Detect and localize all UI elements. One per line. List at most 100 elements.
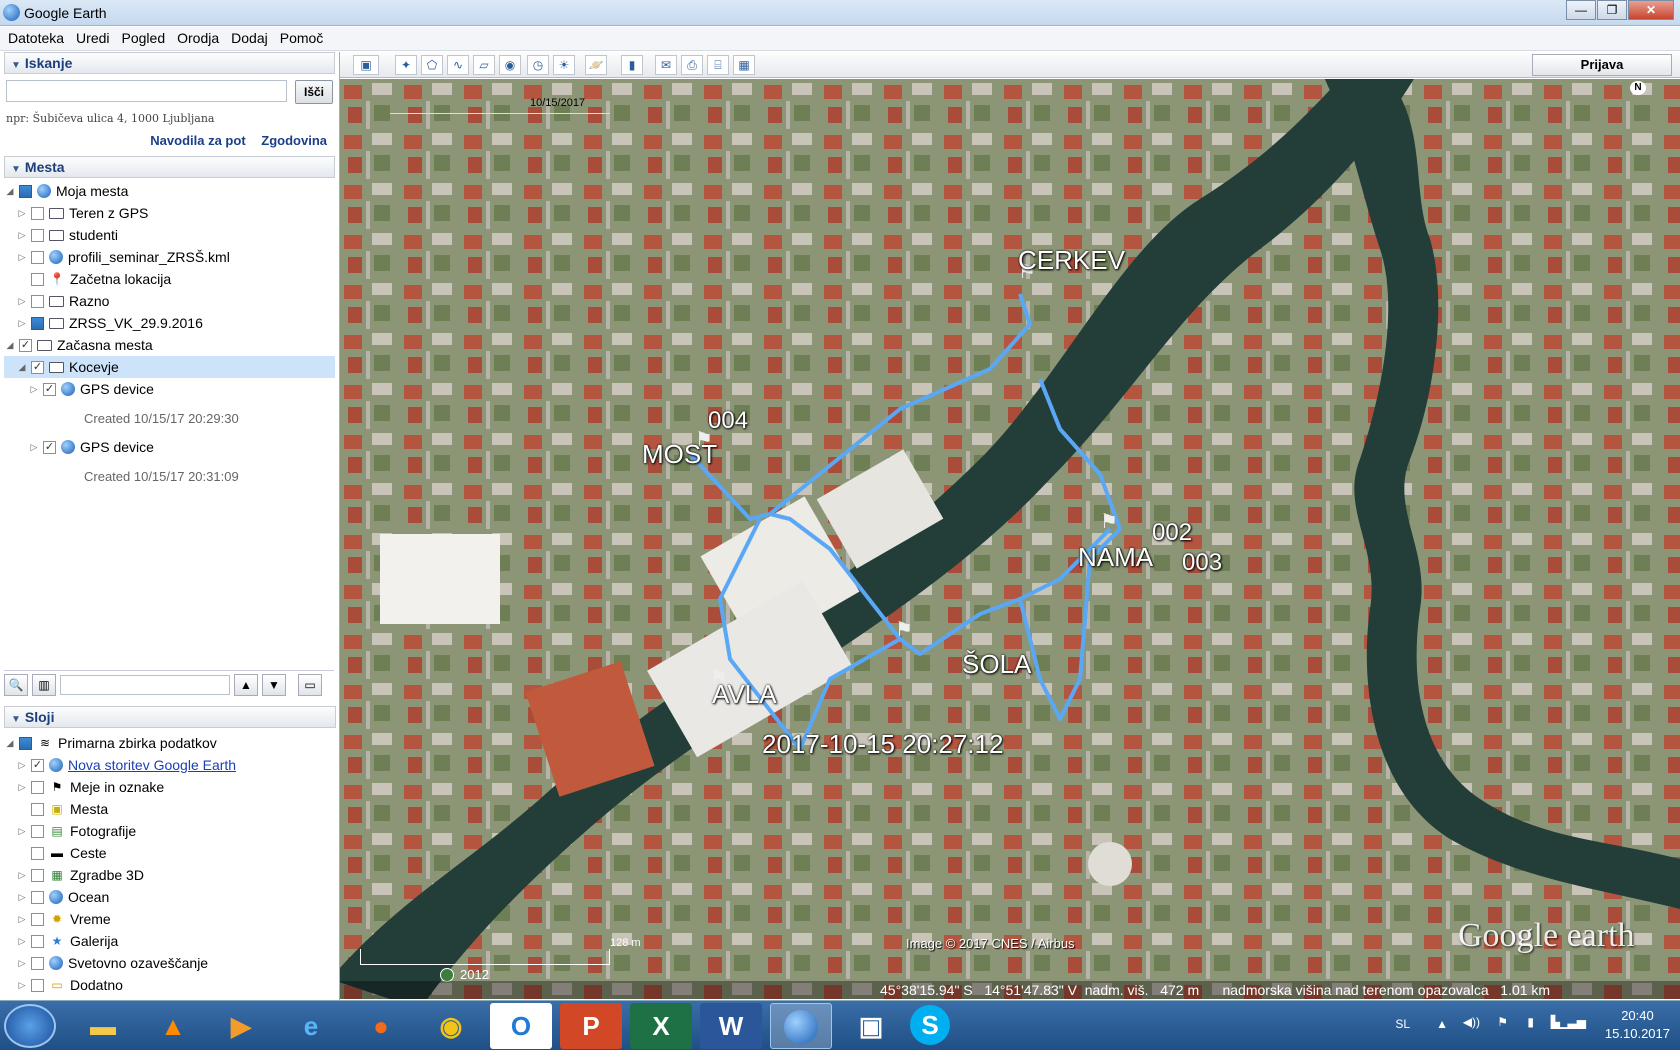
- powerpoint-icon[interactable]: P: [560, 1003, 622, 1049]
- checkbox[interactable]: [31, 228, 44, 242]
- skype-icon[interactable]: S: [910, 1005, 950, 1045]
- tree-item[interactable]: ◢ Moja mesta: [4, 180, 335, 202]
- volume-icon[interactable]: ◀)): [1463, 1015, 1480, 1029]
- collapsed-arrow-icon[interactable]: ▷: [28, 442, 40, 453]
- layers-panel-header[interactable]: ▼ Sloji: [4, 706, 336, 728]
- directions-link[interactable]: Navodila za pot: [150, 133, 245, 148]
- checkbox[interactable]: [31, 912, 44, 926]
- word-icon[interactable]: W: [700, 1003, 762, 1049]
- menu-edit[interactable]: Uredi: [70, 27, 115, 50]
- tree-item-selected[interactable]: ◢ ✓ Kocevje: [4, 356, 335, 378]
- media-player-icon[interactable]: ▶: [210, 1003, 272, 1049]
- tree-item[interactable]: ▷ ✓ GPS device: [4, 436, 335, 458]
- checkbox[interactable]: [31, 890, 44, 904]
- placemark-flag-icon[interactable]: ⚑: [1100, 509, 1118, 534]
- layer-item[interactable]: ▷ ✹ Vreme: [4, 908, 332, 930]
- north-indicator[interactable]: N: [1630, 81, 1646, 95]
- checkbox[interactable]: [19, 184, 32, 198]
- add-placemark-icon[interactable]: ✦: [395, 55, 417, 75]
- menu-help[interactable]: Pomoč: [274, 27, 330, 50]
- layer-item[interactable]: ▷ ▭ Dodatno: [4, 974, 332, 996]
- checkbox[interactable]: [31, 956, 44, 970]
- checkbox[interactable]: [31, 824, 44, 838]
- signal-icon[interactable]: ▁▃▅: [1558, 1015, 1586, 1029]
- file-explorer-icon[interactable]: ▬: [72, 1003, 134, 1049]
- layer-item[interactable]: ▣ Mesta: [4, 798, 332, 820]
- expanded-arrow-icon[interactable]: ◢: [4, 738, 16, 749]
- places-panel-header[interactable]: ▼ Mesta: [4, 156, 335, 178]
- places-filter-input[interactable]: [60, 674, 230, 695]
- menu-tools[interactable]: Orodja: [171, 27, 225, 50]
- menu-file[interactable]: Datoteka: [2, 27, 70, 50]
- search-panel-header[interactable]: ▼ Iskanje: [4, 52, 335, 74]
- checkbox[interactable]: ✓: [43, 382, 56, 396]
- collapsed-arrow-icon[interactable]: ▷: [16, 826, 28, 837]
- move-up-icon[interactable]: ▲: [234, 673, 258, 696]
- checkbox[interactable]: ✓: [19, 338, 32, 352]
- collapsed-arrow-icon[interactable]: ▷: [16, 782, 28, 793]
- close-button[interactable]: ✕: [1628, 0, 1674, 20]
- map-view[interactable]: 10/15/2017 N ⚑ ⚑ ⚑ ⚑ ⚑ CERKEV 004 MOST 0…: [340, 79, 1680, 999]
- minimize-button[interactable]: —: [1566, 0, 1596, 20]
- panel-toggle-icon[interactable]: ▥: [32, 673, 56, 696]
- google-earth-taskbar-icon[interactable]: [770, 1003, 832, 1049]
- collapsed-arrow-icon[interactable]: ▷: [16, 914, 28, 925]
- internet-explorer-icon[interactable]: e: [280, 1003, 342, 1049]
- sign-in-button[interactable]: Prijava: [1532, 54, 1672, 76]
- search-input[interactable]: [6, 80, 287, 102]
- move-down-icon[interactable]: ▼: [262, 673, 286, 696]
- collapsed-arrow-icon[interactable]: ▷: [16, 958, 28, 969]
- record-tour-icon[interactable]: ◉: [499, 55, 521, 75]
- tree-item[interactable]: ▷ Teren z GPS: [4, 202, 335, 224]
- ruler-icon[interactable]: ▮: [621, 55, 643, 75]
- tree-item[interactable]: 📍 Začetna lokacija: [4, 268, 335, 290]
- layer-item[interactable]: ◢ ≋ Primarna zbirka podatkov: [4, 732, 332, 754]
- excel-icon[interactable]: X: [630, 1003, 692, 1049]
- checkbox[interactable]: [31, 316, 44, 330]
- add-overlay-icon[interactable]: ▱: [473, 55, 495, 75]
- sidebar-toggle-icon[interactable]: ▣: [353, 55, 379, 75]
- expanded-arrow-icon[interactable]: ◢: [16, 362, 28, 373]
- tree-item[interactable]: ▷ ✓ GPS device: [4, 378, 335, 400]
- layer-item[interactable]: ▷ ⚑ Meje in oznake: [4, 776, 332, 798]
- tree-item[interactable]: ▷ profili_seminar_ZRSŠ.kml: [4, 246, 335, 268]
- layer-item[interactable]: ▷ ✓ Nova storitev Google Earth: [4, 754, 332, 776]
- firefox-icon[interactable]: ●: [350, 1003, 412, 1049]
- tree-item[interactable]: ▷ studenti: [4, 224, 335, 246]
- tree-item[interactable]: ▷ Razno: [4, 290, 335, 312]
- collapsed-arrow-icon[interactable]: ▷: [16, 318, 28, 329]
- tree-item[interactable]: ◢ ✓ Začasna mesta: [4, 334, 335, 356]
- date-slider-track[interactable]: [390, 113, 610, 114]
- checkbox[interactable]: [31, 802, 44, 816]
- checkbox[interactable]: [31, 978, 44, 992]
- collapsed-arrow-icon[interactable]: ▷: [16, 296, 28, 307]
- checkbox[interactable]: [19, 736, 32, 750]
- historical-imagery-icon[interactable]: ◷: [527, 55, 549, 75]
- folder-options-icon[interactable]: ▭: [298, 673, 322, 696]
- menu-add[interactable]: Dodaj: [225, 27, 274, 50]
- print-icon[interactable]: ⎙: [681, 55, 703, 75]
- add-path-icon[interactable]: ∿: [447, 55, 469, 75]
- checkbox[interactable]: [31, 846, 44, 860]
- layer-item[interactable]: ▷ ▦ Zgradbe 3D: [4, 864, 332, 886]
- collapsed-arrow-icon[interactable]: ▷: [16, 252, 28, 263]
- layer-item[interactable]: ▷ Ocean: [4, 886, 332, 908]
- placemark-flag-icon[interactable]: ⚑: [895, 617, 913, 642]
- battery-icon[interactable]: ▮: [1527, 1015, 1534, 1029]
- collapsed-arrow-icon[interactable]: ▷: [16, 892, 28, 903]
- email-icon[interactable]: ✉: [655, 55, 677, 75]
- vlc-icon[interactable]: ▲: [142, 1003, 204, 1049]
- layer-item[interactable]: ▷ Svetovno ozaveščanje: [4, 952, 332, 974]
- expanded-arrow-icon[interactable]: ◢: [4, 186, 16, 197]
- sunlight-icon[interactable]: ☀: [553, 55, 575, 75]
- collapsed-arrow-icon[interactable]: ▷: [16, 208, 28, 219]
- action-center-flag-icon[interactable]: ⚑: [1497, 1015, 1508, 1029]
- maximize-button[interactable]: ❐: [1597, 0, 1627, 20]
- checkbox[interactable]: [31, 868, 44, 882]
- collapsed-arrow-icon[interactable]: ▷: [16, 760, 28, 771]
- checkbox[interactable]: ✓: [43, 440, 56, 454]
- add-polygon-icon[interactable]: ⬠: [421, 55, 443, 75]
- expanded-arrow-icon[interactable]: ◢: [4, 340, 16, 351]
- clock[interactable]: 20:40 15.10.2017: [1605, 1007, 1670, 1043]
- search-button[interactable]: Išči: [294, 80, 333, 104]
